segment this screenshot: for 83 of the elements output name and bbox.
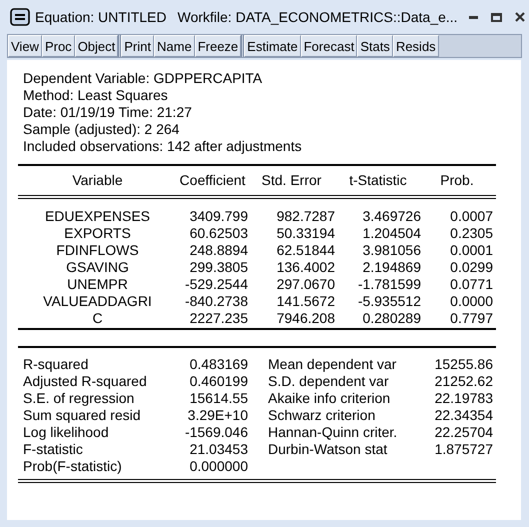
table-cell-text: 3409.799 [188, 208, 248, 225]
stat-label: R-squared [22, 356, 90, 373]
stat-value: 0.483169 [188, 356, 248, 373]
header-line: Date: 01/19/19 Time: 21:27 [22, 104, 193, 121]
table-cell-text: EDUEXPENSES [44, 208, 152, 225]
table-cell-text: UNEMPR [66, 276, 129, 293]
table-cell-text: 2227.235 [188, 310, 248, 327]
toolbar-button[interactable]: View [8, 35, 42, 57]
table-cell-text: 0.0771 [449, 276, 493, 293]
table-cell-text: 0.0299 [449, 259, 493, 276]
stat-label: Adjusted R-squared [22, 373, 148, 390]
stat-value: 0.460199 [188, 373, 248, 390]
column-header: Variable [71, 172, 124, 189]
table-cell-text: 0.0000 [449, 293, 493, 310]
table-cell-text: -840.2738 [184, 293, 248, 310]
toolbar-button[interactable]: Stats [357, 35, 393, 57]
stat-value: -1569.046 [184, 424, 248, 441]
column-header: Prob. [439, 172, 475, 189]
table-cell-text: 248.8894 [188, 242, 248, 259]
stat-label: Sum squared resid [22, 407, 142, 424]
table-cell-text: 3.469726 [362, 208, 421, 225]
table-cell-text: 60.62503 [188, 225, 248, 242]
stat-value: 15614.55 [188, 390, 248, 407]
table-cell-text: 3.981056 [362, 242, 421, 259]
table-cell-text: 0.280289 [362, 310, 421, 327]
stat-label: Akaike info criterion [268, 390, 392, 407]
header-line: Sample (adjusted): 2 264 [22, 121, 180, 138]
stat-label: Log likelihood [22, 424, 110, 441]
stat-value: 15255.86 [434, 356, 493, 373]
stat-label: F-statistic [22, 441, 84, 458]
toolbar-button[interactable]: Freeze [194, 35, 242, 57]
stat-value: 21252.62 [434, 373, 493, 390]
header-line: Dependent Variable: GDPPERCAPITA [22, 70, 264, 87]
stat-value: 0.000000 [188, 458, 248, 475]
table-cell-text: 141.5672 [276, 293, 335, 310]
toolbar-button[interactable]: Object [74, 35, 118, 57]
toolbar-button[interactable]: Estimate [244, 35, 301, 57]
stat-label: Hannan-Quinn criter. [268, 424, 398, 441]
toolbar-button[interactable]: Resids [392, 35, 439, 57]
table-cell-text: 0.0007 [449, 208, 493, 225]
workfile-title: Workfile: DATA_ECONOMETRICS::Data_e... [178, 9, 458, 25]
header-line: Method: Least Squares [22, 87, 169, 104]
toolbar-button[interactable]: Forecast [300, 35, 358, 57]
table-cell-text: FDINFLOWS [55, 242, 140, 259]
stat-label: S.E. of regression [22, 390, 136, 407]
table-cell-text: -5.935512 [356, 293, 421, 310]
table-cell-text: -1.781599 [356, 276, 421, 293]
table-cell-text: 136.4002 [276, 259, 335, 276]
table-cell-text: GSAVING [65, 259, 130, 276]
stat-label: Mean dependent var [268, 356, 398, 373]
table-cell-text: 299.3805 [188, 259, 248, 276]
window-title: Equation: UNTITLED [35, 9, 166, 25]
table-cell-text: 1.204504 [362, 225, 421, 242]
table-cell-text: EXPORTS [63, 225, 132, 242]
table-cell-text: 50.33194 [276, 225, 335, 242]
toolbar-button[interactable]: Proc [42, 35, 75, 57]
stat-value: 22.25704 [434, 424, 493, 441]
toolbar-button[interactable]: Print [121, 35, 154, 57]
column-header: t-Statistic [348, 172, 408, 189]
table-cell-text: -529.2544 [184, 276, 248, 293]
table-cell-text: 0.0001 [449, 242, 493, 259]
stat-label: S.D. dependent var [268, 373, 390, 390]
table-cell-text: VALUEADDAGRI [42, 293, 153, 310]
toolbar-button[interactable]: Name [154, 35, 195, 57]
table-cell-text: 982.7287 [276, 208, 335, 225]
table-cell-text: C [91, 310, 104, 327]
stat-label: Schwarz criterion [268, 407, 376, 424]
table-cell-text: 0.7797 [449, 310, 493, 327]
stat-value: 1.875727 [434, 441, 493, 458]
table-cell-text: 62.51844 [276, 242, 335, 259]
stat-value: 22.34354 [434, 407, 493, 424]
table-cell-text: 2.194869 [362, 259, 421, 276]
column-header: Std. Error [260, 172, 322, 189]
table-cell-text: 0.2305 [449, 225, 493, 242]
column-header: Coefficient [178, 172, 246, 189]
stat-value: 22.19783 [434, 390, 493, 407]
table-cell-text: 7946.208 [276, 310, 335, 327]
stat-value: 21.03453 [188, 441, 248, 458]
table-cell-text: 297.0670 [276, 276, 335, 293]
stat-label: Prob(F-statistic) [22, 458, 123, 475]
header-line: Included observations: 142 after adjustments [22, 138, 303, 155]
stat-label: Durbin-Watson stat [268, 441, 388, 458]
stat-value: 3.29E+10 [186, 407, 248, 424]
